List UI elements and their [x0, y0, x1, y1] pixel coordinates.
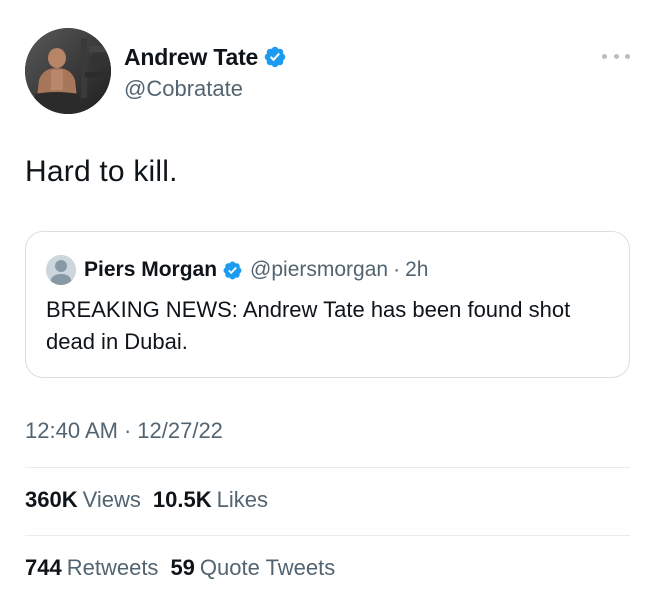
- author-avatar[interactable]: [25, 28, 111, 114]
- quoted-tweet[interactable]: Piers Morgan @piersmorgan · 2h BREAKING …: [25, 231, 630, 378]
- author-name[interactable]: Andrew Tate: [124, 44, 258, 71]
- quoted-tweet-text: BREAKING NEWS: Andrew Tate has been foun…: [46, 297, 571, 354]
- more-options-icon[interactable]: [602, 50, 630, 62]
- stats-row-retweets-quotes: 744 Retweets 59 Quote Tweets: [25, 555, 335, 581]
- likes-count: 10.5K: [152, 487, 212, 512]
- default-avatar-icon[interactable]: [46, 255, 76, 285]
- more-dot-icon: [613, 53, 619, 59]
- views-count: 360K: [25, 487, 78, 512]
- stats-row-views-likes: 360K Views 10.5K Likes: [25, 487, 268, 513]
- verified-badge-icon: [263, 45, 287, 69]
- quoted-author-name[interactable]: Piers Morgan: [84, 258, 217, 282]
- likes-label: Likes: [216, 487, 268, 512]
- tweet-date: 12/27/22: [137, 418, 223, 443]
- retweets-label: Retweets: [66, 555, 159, 580]
- likes-stat[interactable]: 10.5K Likes: [153, 487, 268, 513]
- tweet-time: 12:40 AM: [25, 418, 118, 443]
- tweet-timestamp[interactable]: 12:40 AM · 12/27/22: [25, 418, 223, 444]
- separator-dot: ·: [123, 418, 132, 443]
- retweets-count: 744: [25, 555, 62, 580]
- quoted-author-handle[interactable]: @piersmorgan: [250, 258, 388, 282]
- quoted-tweet-time[interactable]: 2h: [405, 258, 428, 282]
- author-name-row: Andrew Tate: [124, 42, 287, 72]
- views-label: Views: [82, 487, 141, 512]
- more-dot-icon: [625, 53, 630, 59]
- author-handle[interactable]: @Cobratate: [124, 76, 243, 102]
- more-dot-icon: [602, 53, 607, 59]
- quote-tweets-label: Quote Tweets: [199, 555, 336, 580]
- views-stat: 360K Views: [25, 487, 141, 513]
- tweet-card: Andrew Tate @Cobratate Hard to kill. Pie…: [0, 0, 648, 593]
- retweets-stat[interactable]: 744 Retweets: [25, 555, 158, 581]
- quote-tweets-count: 59: [170, 555, 195, 580]
- divider: [25, 535, 630, 536]
- quoted-tweet-header: Piers Morgan @piersmorgan · 2h: [46, 255, 428, 285]
- verified-badge-icon: [222, 260, 243, 281]
- tweet-text: Hard to kill.: [25, 155, 178, 188]
- quote-tweets-stat[interactable]: 59 Quote Tweets: [170, 555, 335, 581]
- divider: [25, 467, 630, 468]
- separator-dot: ·: [393, 258, 401, 281]
